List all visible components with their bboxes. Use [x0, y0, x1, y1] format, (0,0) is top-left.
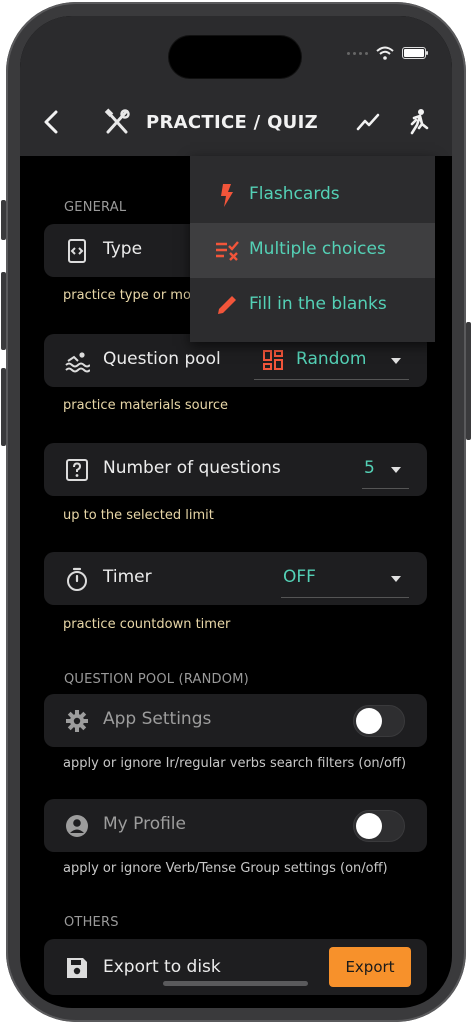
gear-icon — [66, 710, 88, 732]
type-label: Type — [103, 239, 143, 259]
swimming-icon — [65, 352, 90, 373]
app-settings-helper: apply or ignore Ir/regular verbs search … — [63, 756, 407, 771]
cellular-signal-icon — [347, 51, 368, 55]
trending-icon[interactable] — [356, 110, 380, 134]
question-pool-label: Question pool — [103, 349, 221, 369]
menu-item-label: Fill in the blanks — [249, 294, 387, 314]
app-settings-label: App Settings — [103, 709, 212, 729]
action-button — [1, 200, 6, 240]
type-helper: practice type or mo — [63, 288, 191, 303]
page-title: PRACTICE / QUIZ — [146, 112, 318, 133]
menu-item-fill-in-the-blanks[interactable]: Fill in the blanks — [190, 278, 435, 333]
timer-value: OFF — [283, 567, 316, 587]
status-bar — [347, 46, 428, 60]
my-profile-helper: apply or ignore Verb/Tense Group setting… — [63, 861, 388, 876]
number-of-questions-helper: up to the selected limit — [63, 508, 214, 523]
number-of-questions-select[interactable]: 5 — [362, 453, 409, 489]
toggle-thumb — [356, 708, 382, 734]
timer-icon — [67, 567, 87, 591]
bolt-icon — [221, 184, 233, 207]
home-indicator — [163, 981, 308, 986]
my-profile-row: My Profile — [44, 799, 427, 852]
volume-up-button — [1, 272, 6, 350]
toggle-thumb — [356, 813, 382, 839]
chevron-down-icon — [391, 358, 401, 364]
my-profile-label: My Profile — [103, 814, 186, 834]
running-person-icon[interactable] — [406, 108, 430, 136]
question-pool-value: Random — [296, 349, 367, 369]
number-of-questions-row: Number of questions 5 — [44, 443, 427, 496]
export-label: Export to disk — [103, 957, 221, 977]
checklist-icon — [216, 241, 239, 261]
menu-item-label: Flashcards — [249, 184, 340, 204]
number-of-questions-value: 5 — [364, 458, 375, 478]
timer-label: Timer — [103, 567, 152, 587]
export-row: Export to disk Export — [44, 939, 427, 995]
app-settings-row: App Settings — [44, 694, 427, 747]
section-general: GENERAL — [64, 200, 127, 215]
practice-type-menu: Flashcards Multiple choices Fill in the … — [190, 156, 435, 342]
menu-item-multiple-choices[interactable]: Multiple choices — [190, 223, 435, 278]
timer-select[interactable]: OFF — [281, 562, 409, 598]
account-circle-icon — [66, 815, 88, 837]
section-question-pool: QUESTION POOL (RANDOM) — [64, 672, 249, 687]
dashboard-grid-icon — [263, 350, 283, 370]
floppy-disk-icon — [67, 958, 87, 978]
my-profile-toggle[interactable] — [353, 810, 405, 842]
number-of-questions-label: Number of questions — [103, 458, 281, 478]
question-mark-icon — [66, 459, 88, 481]
section-others: OTHERS — [64, 915, 119, 930]
tools-icon — [104, 108, 130, 134]
menu-item-flashcards[interactable]: Flashcards — [190, 168, 435, 223]
question-pool-helper: practice materials source — [63, 398, 229, 413]
volume-down-button — [1, 368, 6, 446]
question-pool-select[interactable]: Random — [254, 344, 409, 380]
dynamic-island — [169, 36, 301, 78]
wifi-icon — [376, 46, 394, 60]
timer-helper: practice countdown timer — [63, 617, 231, 632]
chevron-left-icon[interactable] — [40, 108, 64, 136]
power-button — [466, 322, 471, 440]
app-settings-toggle[interactable] — [353, 705, 405, 737]
chevron-down-icon — [391, 467, 401, 473]
battery-icon — [402, 47, 428, 59]
menu-item-label: Multiple choices — [249, 239, 386, 259]
code-page-icon — [68, 239, 86, 263]
pencil-icon — [218, 296, 236, 314]
export-button[interactable]: Export — [329, 947, 411, 987]
app-screen: PRACTICE / QUIZ GENERAL Type practice ty… — [20, 16, 452, 1008]
timer-row: Timer OFF — [44, 552, 427, 605]
chevron-down-icon — [391, 576, 401, 582]
